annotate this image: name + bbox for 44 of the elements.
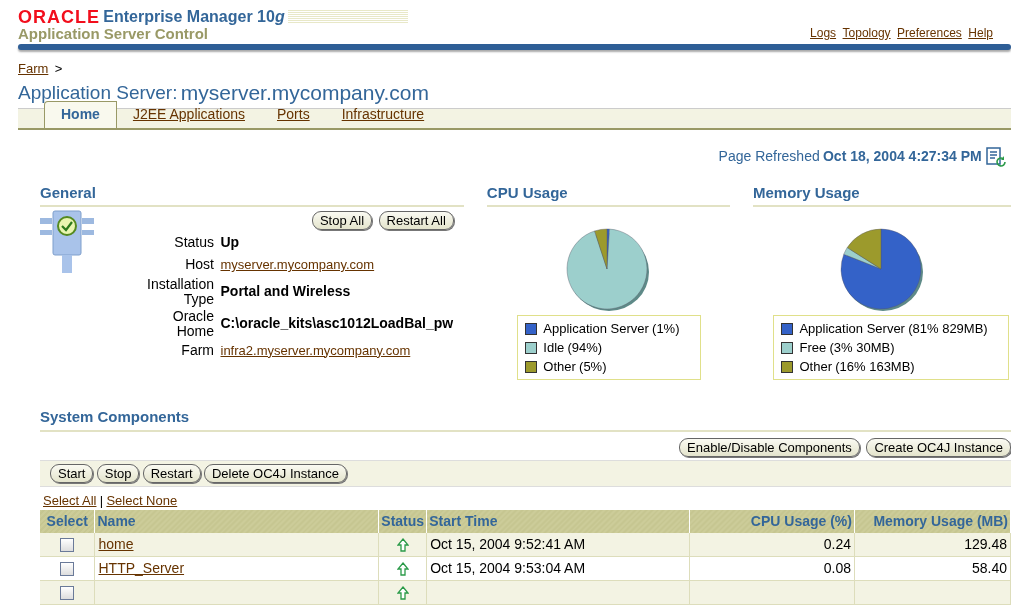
column-header: Start Time [426, 510, 690, 533]
column-header: Name [95, 510, 379, 533]
field-value: Up [220, 233, 240, 252]
column-header: Select [40, 510, 95, 533]
legend-label: Application Server [543, 320, 649, 338]
field-value: C:\oracle_kits\asc1012LoadBal_pw [220, 314, 454, 333]
legend-label: Idle [543, 339, 565, 357]
refresh-label: Page Refreshed [718, 147, 820, 166]
legend-label: Other [799, 358, 832, 376]
start-time-cell: Oct 15, 2004 9:53:04 AM [426, 556, 690, 581]
field-label: Host [184, 257, 214, 273]
column-header: CPU Usage (%) [689, 510, 855, 533]
link-separator: | [99, 491, 104, 510]
field-label: Farm [180, 342, 214, 358]
legend-value: (5%) [579, 358, 607, 376]
product-subtitle: Application Server Control [18, 26, 210, 42]
breadcrumb-separator: > [54, 60, 63, 78]
field-label: Status [173, 235, 214, 250]
cpu-cell: 0.24 [689, 533, 855, 557]
field-value: Portal and Wireless [220, 282, 351, 301]
column-header: Memory Usage (MB) [854, 510, 1011, 533]
section-heading: Memory Usage [752, 181, 1011, 207]
memory-cell: 58.40 [854, 556, 1011, 581]
product-name: Enterprise Manager 10g [103, 8, 285, 26]
field-label: Oracle Home [171, 308, 214, 339]
oracle-logo: ORACLE [18, 8, 100, 26]
section-heading: CPU Usage [486, 181, 730, 207]
refresh-time: Oct 18, 2004 4:27:34 PM [823, 147, 982, 166]
page-title-value: myserver.mycompany.com [180, 80, 429, 105]
legend-value: (81% 829MB) [908, 320, 988, 338]
legend-value: (16% 163MB) [835, 358, 915, 376]
memory-cell: 129.48 [854, 533, 1011, 557]
column-header: Status [378, 510, 427, 533]
start-time-cell: Oct 15, 2004 9:52:41 AM [426, 533, 690, 557]
legend-label: Application Server [799, 320, 905, 338]
legend-value: (3% 30MB) [829, 339, 895, 357]
legend-label: Free [799, 339, 827, 357]
section-heading: System Components [40, 406, 1011, 432]
field-label: Installation Type [146, 276, 214, 307]
legend-value: (1%) [652, 320, 680, 338]
section-heading: General [40, 181, 464, 207]
legend-value: (94%) [567, 339, 603, 357]
legend-label: Other [543, 358, 576, 376]
cpu-cell: 0.08 [689, 556, 855, 581]
